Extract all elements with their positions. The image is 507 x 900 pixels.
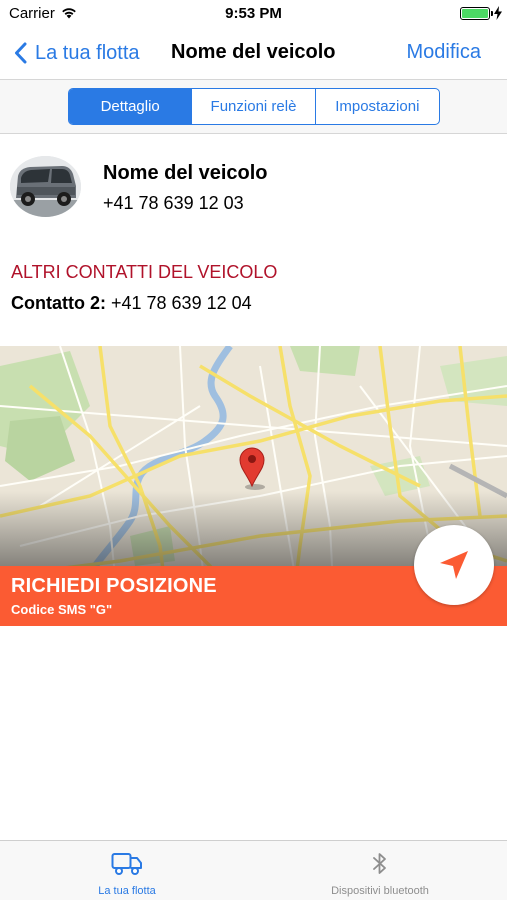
request-position-title: RICHIEDI POSIZIONE: [11, 575, 217, 597]
contact-row[interactable]: Contatto 2: +41 78 639 12 04: [11, 293, 252, 314]
bluetooth-icon: [373, 853, 386, 874]
locate-button[interactable]: [414, 525, 494, 605]
segment-impostazioni[interactable]: Impostazioni: [314, 89, 439, 124]
status-time: 9:53 PM: [225, 5, 282, 22]
edit-button[interactable]: Modifica: [407, 41, 481, 64]
tab-fleet-label: La tua flotta: [98, 885, 156, 897]
tab-fleet[interactable]: La tua flotta: [67, 841, 187, 900]
status-bar: Carrier 9:53 PM: [0, 0, 507, 28]
tab-bluetooth-label: Dispositivi bluetooth: [331, 885, 429, 897]
tab-bar: La tua flotta Dispositivi bluetooth: [0, 840, 507, 900]
segment-dettaglio[interactable]: Dettaglio: [69, 89, 192, 124]
location-arrow-icon: [440, 551, 468, 579]
truck-icon: [111, 853, 142, 875]
chevron-left-icon: [15, 42, 27, 64]
contacts-heading: ALTRI CONTATTI DEL VEICOLO: [11, 262, 278, 282]
battery-icon: [460, 7, 493, 20]
contact-label: Contatto 2:: [11, 293, 106, 313]
back-button[interactable]: La tua flotta: [14, 40, 140, 66]
vehicle-photo: [10, 156, 81, 217]
navigation-bar: La tua flotta Nome del veicolo Modifica: [0, 28, 507, 80]
vehicle-phone[interactable]: +41 78 639 12 03: [103, 193, 244, 214]
back-button-label: La tua flotta: [35, 41, 140, 64]
segment-bar: Dettaglio Funzioni relè Impostazioni: [0, 80, 507, 134]
tab-bluetooth[interactable]: Dispositivi bluetooth: [300, 841, 460, 900]
segment-funzioni-rele[interactable]: Funzioni relè: [191, 89, 314, 124]
van-icon: [10, 156, 81, 217]
page-title: Nome del veicolo: [171, 41, 336, 63]
bolt-icon: [494, 6, 502, 20]
contact-phone: +41 78 639 12 04: [105, 293, 252, 313]
sms-code-label: Codice SMS "G": [11, 602, 113, 617]
segmented-control: Dettaglio Funzioni relè Impostazioni: [68, 88, 440, 125]
vehicle-name: Nome del veicolo: [103, 162, 268, 184]
battery-level: [462, 9, 488, 18]
